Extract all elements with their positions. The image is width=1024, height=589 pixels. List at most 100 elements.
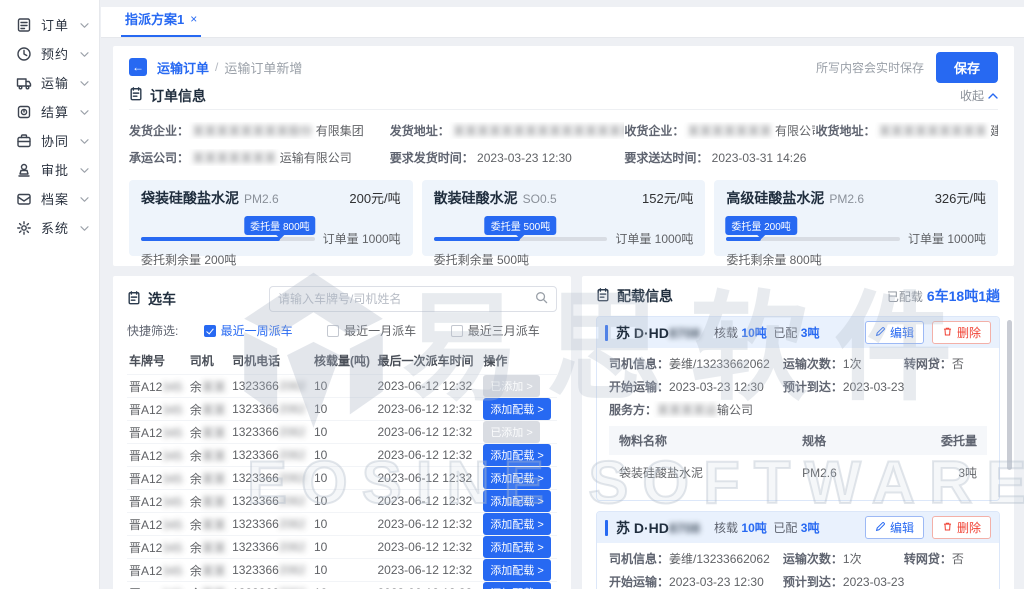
breadcrumb-current: 运输订单新增 xyxy=(224,58,302,77)
sidebar-item-reservation[interactable]: 预约 xyxy=(0,39,99,68)
breadcrumb-link[interactable]: 运输订单 xyxy=(157,58,209,77)
table-row[interactable]: 晋A12345 余某某 13233662062 10 2023-06-12 12… xyxy=(127,582,557,589)
capacity-info: 核载 10吨 已配 3吨 xyxy=(714,519,819,536)
table-row[interactable]: 晋A12345 余某某 13233662062 10 2023-06-12 12… xyxy=(127,559,557,582)
add-load-button[interactable]: 添加配载 > xyxy=(483,490,550,512)
progress-track: 委托量 800吨 xyxy=(141,237,315,241)
tab-dispatch-plan[interactable]: 指派方案1 × xyxy=(121,3,201,37)
chevron-down-icon xyxy=(80,18,89,32)
field-value-redacted: 某某某某某某某某股份 xyxy=(192,124,312,138)
trip-count: 1次 xyxy=(843,357,862,371)
table-row[interactable]: 晋A12345 余某某 13233662062 10 2023-06-12 12… xyxy=(127,513,557,536)
column-header: 司机 xyxy=(188,347,230,375)
phone-cell: 13233662062 xyxy=(230,559,312,582)
add-load-button[interactable]: 添加配载 > xyxy=(483,536,550,558)
edit-button[interactable]: 编辑 xyxy=(865,516,924,539)
sidebar-item-label: 预约 xyxy=(41,44,80,63)
start-time: 2023-03-23 12:30 xyxy=(669,575,764,589)
plate-cell: 晋A12345 xyxy=(127,490,188,513)
filter-checkbox[interactable]: 最近一月派车 xyxy=(327,322,416,339)
loaded-summary-label: 已配载 xyxy=(887,290,923,304)
order-field: 发货企业： 某某某某某某某某股份 有限集团 xyxy=(129,122,390,139)
chevron-down-icon xyxy=(80,76,89,90)
checkbox-icon[interactable] xyxy=(327,325,339,337)
progress-fill xyxy=(141,237,280,241)
edit-button[interactable]: 编辑 xyxy=(865,321,924,344)
filter-label: 最近一周派车 xyxy=(221,322,293,339)
phone-cell: 13233662062 xyxy=(230,398,312,421)
sidebar-item-approval[interactable]: 审批 xyxy=(0,155,99,184)
chevron-down-icon xyxy=(80,163,89,177)
phone-cell: 13233662062 xyxy=(230,421,312,444)
tab-label: 指派方案1 xyxy=(125,9,184,28)
tab-close-icon[interactable]: × xyxy=(190,12,197,26)
save-button[interactable]: 保存 xyxy=(936,52,998,83)
add-load-button[interactable]: 添加配载 > xyxy=(483,398,550,420)
scrollbar-thumb[interactable] xyxy=(1007,320,1012,470)
search-icon[interactable] xyxy=(535,291,548,307)
sidebar-item-archive[interactable]: 档案 xyxy=(0,184,99,213)
driver-cell: 余某某 xyxy=(188,467,230,490)
plate-cell: 晋A12345 xyxy=(127,513,188,536)
sidebar-item-orders[interactable]: 订单 xyxy=(0,10,99,39)
sidebar-item-system[interactable]: 系统 xyxy=(0,213,99,242)
add-load-button[interactable]: 添加配载 > xyxy=(483,582,550,589)
table-row[interactable]: 晋A12345 余某某 13233662062 10 2023-06-12 12… xyxy=(127,444,557,467)
table-row[interactable]: 晋A12345 余某某 13233662062 10 2023-06-12 12… xyxy=(127,467,557,490)
capacity-cell: 10 xyxy=(312,582,375,589)
filter-checkbox[interactable]: 最近一周派车 xyxy=(204,322,293,339)
column-header: 司机电话 xyxy=(230,347,312,375)
sidebar-item-label: 审批 xyxy=(41,160,80,179)
product-name: 散装硅酸水泥 xyxy=(434,188,518,208)
sidebar-item-transport[interactable]: 运输 xyxy=(0,68,99,97)
remaining-label: 委托剩余量 800吨 xyxy=(726,251,986,268)
stamp-icon xyxy=(16,162,32,178)
delete-button[interactable]: 删除 xyxy=(932,321,991,344)
table-row[interactable]: 晋A12345 余某某 13233662062 10 2023-06-12 12… xyxy=(127,536,557,559)
checkbox-icon[interactable] xyxy=(451,325,463,337)
table-row[interactable]: 晋A12345 余某某 13233662062 10 2023-06-12 12… xyxy=(127,421,557,444)
back-button[interactable]: ← xyxy=(129,58,147,76)
trash-icon xyxy=(942,326,953,340)
vehicle-card: 苏 D·HD8708 核载 10吨 已配 3吨 编辑 删除 司机信息：姜维/13… xyxy=(596,316,1000,501)
column-header: 车牌号 xyxy=(127,347,188,375)
last-dispatch-cell: 2023-06-12 12:32 xyxy=(375,398,481,421)
sidebar-item-settlement[interactable]: 结算 xyxy=(0,97,99,126)
trip-count: 1次 xyxy=(843,552,862,566)
breadcrumb: ← 运输订单 / 运输订单新增 所写内容会实时保存 保存 xyxy=(129,54,998,80)
capacity-cell: 10 xyxy=(312,398,375,421)
last-dispatch-cell: 2023-06-12 12:32 xyxy=(375,444,481,467)
order-quantity-label: 订单量 1000吨 xyxy=(908,230,986,247)
vehicle-plate: 苏 D·HD8708 xyxy=(616,323,700,343)
vehicle-card-header: 苏 D·HD8708 核载 10吨 已配 3吨 编辑 删除 xyxy=(597,317,999,348)
capacity-cell: 10 xyxy=(312,559,375,582)
material-column-header: 委托量 xyxy=(888,426,987,455)
order-fields-row2: 承运公司： 某某某某某某某 运输有限公司 要求发货时间： 2023-03-23 … xyxy=(129,149,998,166)
add-load-button[interactable]: 添加配载 > xyxy=(483,513,550,535)
main-area: 指派方案1 × ← 运输订单 / 运输订单新增 所写内容会实时保存 保存 xyxy=(101,0,1024,589)
table-row[interactable]: 晋A12345 余某某 13233662062 10 2023-06-12 12… xyxy=(127,375,557,398)
pencil-icon xyxy=(875,521,886,535)
field-value: 有限公司 xyxy=(775,124,815,138)
safe-icon xyxy=(16,104,32,120)
field-label: 承运公司： xyxy=(129,151,189,165)
truck-search-input[interactable] xyxy=(278,292,535,306)
filter-checkbox[interactable]: 最近三月派车 xyxy=(451,322,540,339)
product-spec: PM2.6 xyxy=(244,192,279,206)
sidebar-item-collaboration[interactable]: 协同 xyxy=(0,126,99,155)
remaining-label: 委托剩余量 500吨 xyxy=(434,251,694,268)
plate-cell: 晋A12345 xyxy=(127,375,188,398)
product-price: 326元/吨 xyxy=(935,188,986,207)
collapse-toggle[interactable]: 收起 xyxy=(960,87,998,104)
product-spec: PM2.6 xyxy=(829,192,864,206)
add-load-button[interactable]: 添加配载 > xyxy=(483,559,550,581)
delete-button[interactable]: 删除 xyxy=(932,516,991,539)
product-name: 袋装硅酸盐水泥 xyxy=(141,188,239,208)
table-row[interactable]: 晋A12345 余某某 13233662062 10 2023-06-12 12… xyxy=(127,490,557,513)
table-row[interactable]: 晋A12345 余某某 13233662062 10 2023-06-12 12… xyxy=(127,398,557,421)
checkbox-icon[interactable] xyxy=(204,325,216,337)
plate-cell: 晋A12345 xyxy=(127,559,188,582)
add-load-button[interactable]: 添加配载 > xyxy=(483,444,550,466)
add-load-button[interactable]: 添加配载 > xyxy=(483,467,550,489)
phone-cell: 13233662062 xyxy=(230,490,312,513)
